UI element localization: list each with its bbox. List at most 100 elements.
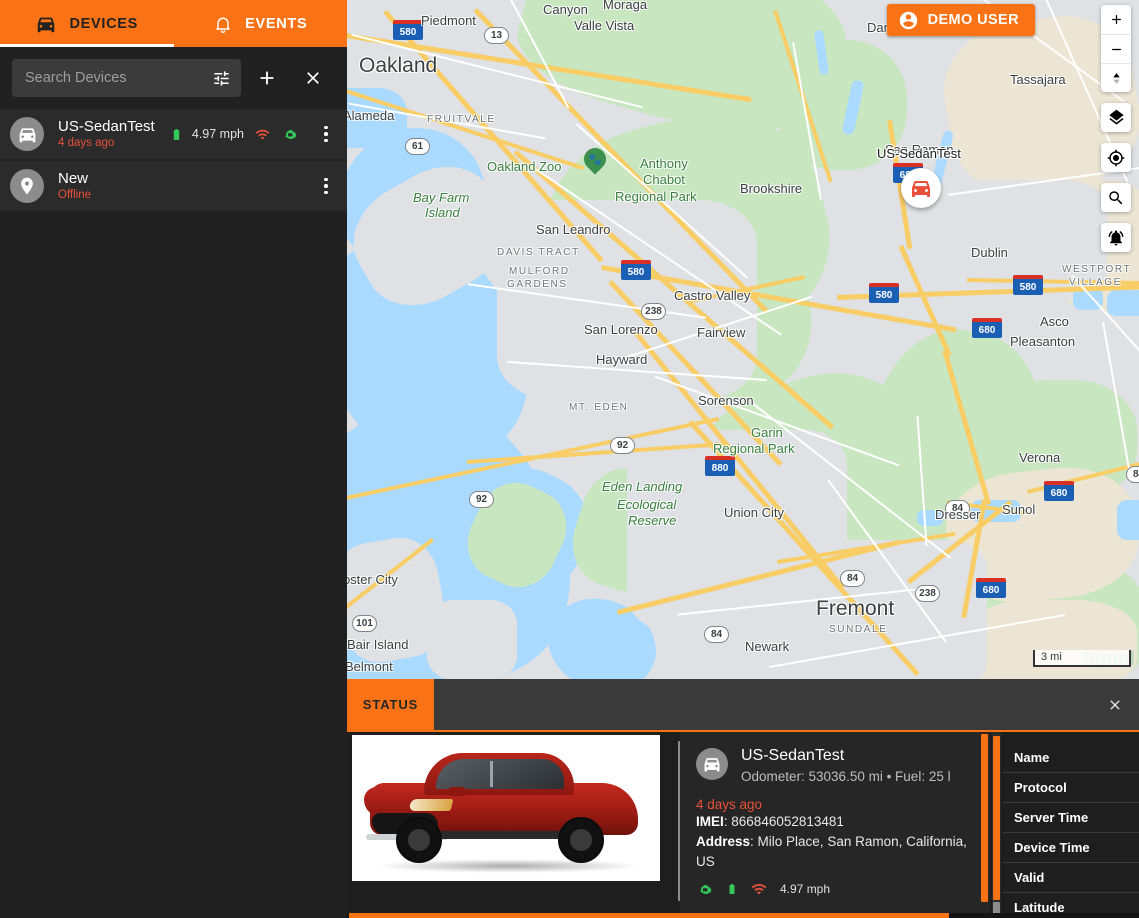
- search-field-wrapper[interactable]: [12, 59, 241, 97]
- attribute-row[interactable]: Valid: [1003, 863, 1139, 893]
- device-odometer-fuel: Odometer: 53036.50 mi • Fuel: 25 l: [741, 769, 951, 784]
- list-item[interactable]: New Offline: [0, 161, 347, 211]
- avatar: [10, 117, 44, 151]
- demo-user-label: DEMO USER: [927, 12, 1019, 28]
- device-speed: 4.97 mph: [191, 127, 244, 141]
- list-item-text: US-SedanTest 4 days ago: [58, 118, 170, 151]
- status-panel-header: STATUS: [347, 679, 1139, 730]
- highway-shield: 92: [610, 437, 635, 454]
- tab-status[interactable]: STATUS: [347, 679, 434, 730]
- device-meta: [309, 169, 339, 203]
- more-vertical-icon-dot: [324, 177, 328, 182]
- attribute-row[interactable]: Protocol: [1003, 773, 1139, 803]
- device-menu-button[interactable]: [313, 169, 339, 203]
- device-status: Offline: [58, 188, 92, 201]
- search-icon: [1109, 190, 1123, 204]
- device-name: US-SedanTest: [58, 117, 155, 135]
- paw-icon: 🐾: [579, 143, 611, 175]
- device-name: New: [58, 169, 89, 187]
- plus-icon: [1111, 15, 1121, 24]
- poi-pin-oakland-zoo[interactable]: 🐾: [579, 143, 611, 178]
- more-vertical-icon-dot: [324, 125, 328, 130]
- highway-shield: 84: [704, 626, 729, 643]
- layers-icon: [1108, 109, 1124, 125]
- engine-icon: [284, 129, 297, 139]
- app-root: 🐾 580 13 61 580 238 580 680 580 680 92 880 92 84 84 68…: [0, 0, 1139, 918]
- highway-shield: 238: [915, 585, 940, 602]
- device-info-header: US-SedanTest Odometer: 53036.50 mi • Fue…: [696, 746, 974, 788]
- imei-label: IMEI: [696, 814, 724, 829]
- horizontal-scrollbar[interactable]: [347, 913, 1139, 918]
- tab-devices-label: DEVICES: [69, 15, 139, 32]
- demo-user-button[interactable]: DEMO USER: [886, 4, 1035, 36]
- reset-bearing-button[interactable]: [1101, 63, 1131, 92]
- crosshair-icon: [1107, 149, 1125, 166]
- status-panel: STATUS US-SedanTest Odometer: 53036.50 m…: [347, 679, 1139, 918]
- layers-group: [1101, 103, 1131, 132]
- compass-updown-icon: [1112, 72, 1120, 84]
- device-last-update: 4 days ago: [696, 797, 763, 812]
- bell-icon: [216, 17, 231, 33]
- attribute-row[interactable]: Name: [1003, 743, 1139, 773]
- close-icon: [307, 72, 319, 84]
- zoom-out-button[interactable]: [1101, 34, 1131, 63]
- search-bar: [0, 47, 347, 109]
- avatar: [10, 169, 44, 203]
- attribute-row[interactable]: Device Time: [1003, 833, 1139, 863]
- imei-value: 866846052813481: [731, 814, 844, 829]
- highway-shield: 13: [484, 27, 509, 44]
- more-vertical-icon-dot: [324, 132, 328, 136]
- close-status-button[interactable]: [1091, 679, 1139, 730]
- zoom-in-button[interactable]: [1101, 5, 1131, 34]
- close-search-button[interactable]: [293, 58, 333, 98]
- device-address-line: Address: Milo Place, San Ramon, Californ…: [696, 834, 967, 869]
- add-device-button[interactable]: [247, 58, 287, 98]
- more-vertical-icon-dot: [324, 190, 328, 195]
- map-search-button[interactable]: [1101, 183, 1131, 212]
- list-item-text: New Offline: [58, 170, 309, 203]
- device-status-icons: 4.97 mph: [696, 880, 974, 898]
- attributes-list: Name Protocol Server Time Device Time Valid L…: [1003, 732, 1139, 918]
- account-circle-icon: [899, 11, 917, 29]
- engine-icon: [699, 884, 712, 894]
- wifi-icon: [255, 129, 270, 139]
- tab-devices[interactable]: DEVICES: [0, 0, 174, 47]
- highway-shield: 580: [621, 260, 651, 280]
- tab-events[interactable]: EVENTS: [174, 0, 348, 47]
- device-speed: 4.97 mph: [780, 882, 831, 896]
- address-label: Address: [696, 834, 751, 849]
- layers-button[interactable]: [1101, 103, 1131, 132]
- highway-shield: 880: [705, 456, 735, 476]
- device-name: US-SedanTest: [741, 747, 845, 764]
- highway-shield: 238: [641, 303, 666, 320]
- sidebar-tabs: DEVICES EVENTS: [0, 0, 347, 47]
- vehicle-photo: [352, 735, 660, 881]
- tab-events-label: EVENTS: [245, 15, 308, 32]
- highway-shield: 84: [840, 570, 865, 587]
- attributes-scrollbar[interactable]: [992, 732, 1001, 918]
- info-scrollbar-thumb[interactable]: [981, 734, 988, 902]
- geolocate-button[interactable]: [1101, 143, 1131, 172]
- sidebar: DEVICES EVENTS Search Devices US-SedanTe…: [0, 0, 347, 918]
- attribute-row[interactable]: Server Time: [1003, 803, 1139, 833]
- wifi-icon: [751, 883, 767, 895]
- zoom-controls-group: [1101, 5, 1131, 92]
- map-canvas[interactable]: 🐾 580 13 61 580 238 580 680 580 680 92 880 92 84 84 68…: [347, 0, 1139, 679]
- horizontal-scrollbar-thumb[interactable]: [349, 913, 949, 918]
- map-vehicle-marker[interactable]: [901, 168, 941, 208]
- notifications-button[interactable]: [1101, 223, 1131, 252]
- list-item[interactable]: US-SedanTest 4 days ago 4.97 mph: [0, 109, 347, 159]
- device-info-cell: US-SedanTest Odometer: 53036.50 mi • Fue…: [680, 732, 990, 918]
- notifications-group: [1101, 223, 1131, 252]
- device-menu-button[interactable]: [313, 117, 339, 151]
- attributes-scrollbar-thumb[interactable]: [993, 736, 1000, 900]
- highway-shield: 680: [976, 578, 1006, 598]
- status-panel-body: US-SedanTest Odometer: 53036.50 mi • Fue…: [347, 732, 1139, 918]
- status-header-spacer: [434, 679, 1091, 730]
- car-icon: [912, 181, 930, 197]
- search-input[interactable]: [25, 70, 212, 86]
- device-list: US-SedanTest 4 days ago 4.97 mph New Off…: [0, 109, 347, 211]
- highway-shield: 580: [393, 20, 423, 40]
- highway-shield: 92: [469, 491, 494, 508]
- tune-icon[interactable]: [212, 69, 231, 88]
